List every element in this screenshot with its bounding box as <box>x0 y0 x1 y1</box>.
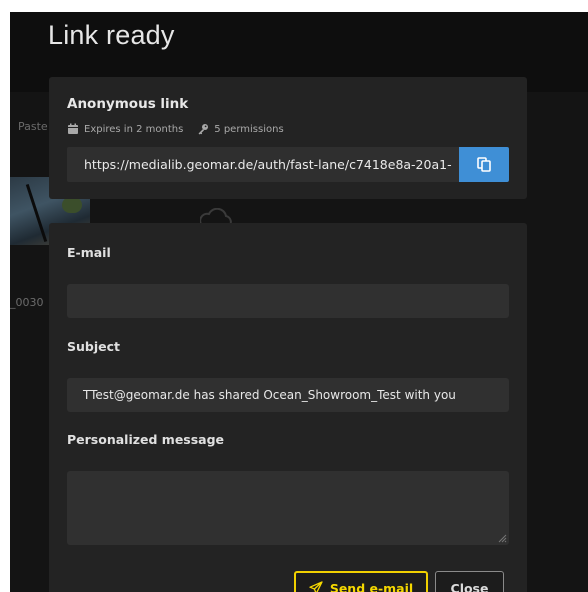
copy-link-button[interactable] <box>459 147 509 182</box>
send-email-label: Send e-mail <box>329 580 414 592</box>
link-meta: Expires in 2 months 5 permissions <box>67 123 284 135</box>
modal-overlay: Paste _0030 Link ready Anonymous link Ex… <box>10 12 588 592</box>
background-paste-label: Paste <box>18 120 48 133</box>
email-label: E-mail <box>67 245 111 260</box>
close-label: Close <box>450 580 489 592</box>
background-filename: _0030 <box>10 296 44 309</box>
subject-label: Subject <box>67 339 120 354</box>
message-label: Personalized message <box>67 432 225 447</box>
message-textarea[interactable] <box>67 471 509 545</box>
email-share-form: E-mail Subject TTest@geomar.de has share… <box>49 223 527 592</box>
anonymous-link-card: Anonymous link Expires in 2 months 5 per… <box>49 77 527 199</box>
paper-plane-icon <box>309 581 323 592</box>
link-heading: Anonymous link <box>67 96 189 112</box>
expires-text: Expires in 2 months <box>84 123 184 135</box>
dialog-title: Link ready <box>48 20 175 50</box>
key-icon <box>197 123 209 135</box>
calendar-icon <box>67 123 79 135</box>
subject-input[interactable]: TTest@geomar.de has shared Ocean_Showroo… <box>67 378 509 412</box>
resize-grip-icon[interactable] <box>497 533 507 543</box>
send-email-button[interactable]: Send e-mail <box>294 571 428 592</box>
permissions-text: 5 permissions <box>214 123 284 135</box>
link-url-field[interactable]: https://medialib.geomar.de/auth/fast-lan… <box>67 147 459 182</box>
copy-icon <box>477 157 491 172</box>
email-input[interactable] <box>67 284 509 318</box>
close-button[interactable]: Close <box>435 571 504 592</box>
